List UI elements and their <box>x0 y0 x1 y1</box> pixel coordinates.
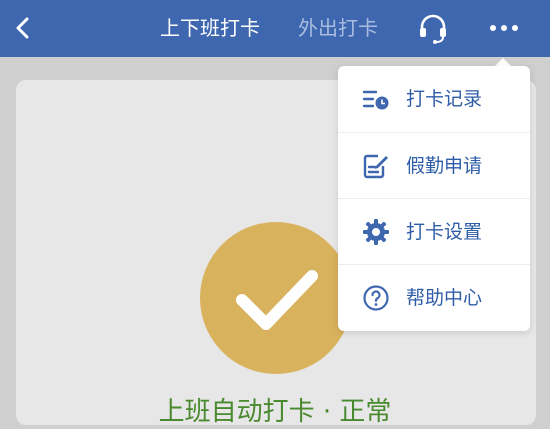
menu-item-clock-in-settings[interactable]: 打卡设置 <box>338 198 530 265</box>
menu-item-label: 假勤申请 <box>406 155 483 177</box>
more-options-menu: 打卡记录 假勤申请 打卡设置 帮助中心 <box>338 66 530 331</box>
tab-field-clock-in[interactable]: 外出打卡 <box>298 14 378 42</box>
clock-list-icon <box>362 90 389 110</box>
back-button[interactable] <box>6 10 42 46</box>
tab-commute-clock-in[interactable]: 上下班打卡 <box>160 14 260 42</box>
help-circle-icon <box>363 285 389 311</box>
clock-in-status-circle <box>200 222 352 374</box>
chevron-left-icon <box>16 17 29 39</box>
menu-item-label: 打卡设置 <box>406 221 483 243</box>
menu-item-help-center[interactable]: 帮助中心 <box>338 264 530 331</box>
menu-item-label: 打卡记录 <box>406 88 483 110</box>
top-navigation-bar: 上下班打卡 外出打卡 <box>0 0 550 57</box>
menu-item-leave-request[interactable]: 假勤申请 <box>338 132 530 199</box>
clock-in-status-text: 上班自动打卡 · 正常 <box>158 397 392 427</box>
headset-icon <box>420 14 446 44</box>
support-button[interactable] <box>414 10 452 48</box>
edit-form-icon <box>363 154 388 179</box>
more-options-button[interactable] <box>484 12 524 44</box>
gear-icon <box>363 219 389 245</box>
checkmark-icon <box>236 270 318 330</box>
menu-item-clock-in-records[interactable]: 打卡记录 <box>338 66 530 132</box>
menu-item-label: 帮助中心 <box>406 287 483 309</box>
more-horizontal-icon <box>490 25 518 31</box>
